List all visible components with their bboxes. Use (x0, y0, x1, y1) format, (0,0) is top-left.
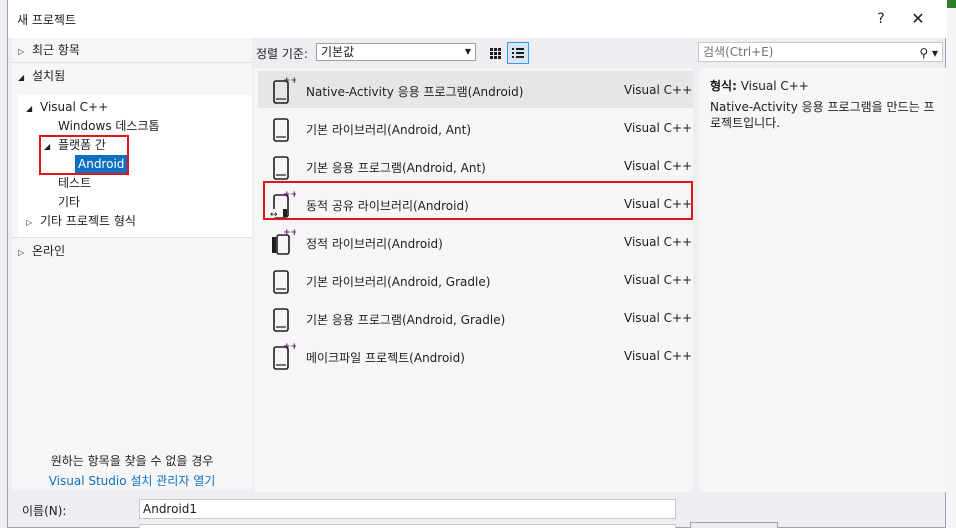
tree-item-installed[interactable]: ◢ 설치됨 (18, 67, 65, 86)
open-installer-link[interactable]: Visual Studio 설치 관리자 열기 (12, 472, 252, 489)
tree-item-cross-platform[interactable]: ◢ 플랫폼 간 (44, 136, 106, 155)
list-view-icon (512, 48, 524, 58)
svg-text:++: ++ (283, 190, 296, 200)
expand-arrow-icon: ▷ (18, 47, 25, 56)
divider (12, 237, 252, 238)
grid-view-icon (490, 48, 501, 59)
template-item[interactable]: ++ 정적 라이브러리(Android) Visual C++ (258, 223, 693, 260)
template-name: 기본 라이브러리(Android, Ant) (306, 123, 472, 137)
tree-item-label: 온라인 (32, 244, 66, 258)
template-name: 동적 공유 라이브러리(Android) (306, 199, 469, 213)
tree-item-windows-desktop[interactable]: Windows 데스크톱 (58, 117, 160, 136)
template-item[interactable]: 기본 응용 프로그램(Android, Ant) Visual C++ (258, 147, 693, 184)
tree-item-label: 플랫폼 간 (58, 138, 106, 152)
help-button[interactable]: ? (868, 8, 894, 30)
tree-item-recent[interactable]: ▷ 최근 항목 (18, 41, 80, 60)
template-item[interactable]: ↔ ++ 동적 공유 라이브러리(Android) Visual C++ (258, 185, 693, 222)
missing-items-hint: 원하는 항목을 찾을 수 없을 경우 (50, 454, 214, 468)
template-item[interactable]: 기본 라이브러리(Android, Ant) Visual C++ (258, 109, 693, 146)
sort-select[interactable]: 기본값 ▼ (316, 43, 476, 61)
collapse-arrow-icon: ◢ (26, 104, 33, 113)
tree-item-label: Visual C++ (40, 100, 109, 114)
tree-item-label: Windows 데스크톱 (58, 119, 160, 133)
expand-arrow-icon: ▷ (18, 248, 25, 257)
svg-text:↔: ↔ (270, 210, 278, 219)
template-name: 기본 응용 프로그램(Android, Gradle) (306, 313, 506, 327)
grid-view-button[interactable] (484, 42, 506, 64)
makefile-icon: ++ (268, 341, 298, 371)
tree-item-visual-cpp[interactable]: ◢ Visual C++ (26, 98, 108, 117)
search-input[interactable]: 검색(Ctrl+E) ⚲ ▾ (698, 42, 943, 62)
collapse-arrow-icon: ◢ (44, 142, 51, 151)
template-description: 형식: Visual C++ Native-Activity 응용 프로그램을 … (699, 68, 947, 492)
svg-text:++: ++ (283, 76, 296, 86)
template-item[interactable]: ++ 메이크파일 프로젝트(Android) Visual C++ (258, 337, 693, 374)
chevron-down-icon: ▼ (464, 47, 471, 56)
background-ide-fragment (946, 0, 956, 8)
description-text: Native-Activity 응용 프로그램을 만드는 프로젝트입니다. (710, 100, 935, 130)
svg-text:++: ++ (283, 342, 296, 352)
tree-item-label: 최근 항목 (32, 43, 80, 57)
close-button[interactable]: ✕ (903, 6, 933, 32)
tree-item-label: 기타 (58, 195, 81, 209)
tree-item-other[interactable]: 기타 (58, 193, 80, 212)
template-item[interactable]: 기본 라이브러리(Android, Gradle) Visual C++ (258, 261, 693, 298)
template-language: Visual C++ (624, 273, 693, 287)
search-placeholder: 검색(Ctrl+E) (703, 45, 774, 59)
template-list: ++ Native-Activity 응용 프로그램(Android) Visual… (254, 68, 693, 492)
template-language: Visual C++ (624, 159, 693, 173)
tree-item-label: 테스트 (58, 176, 92, 190)
template-language: Visual C++ (624, 349, 693, 363)
tree-item-android[interactable]: Android (75, 155, 128, 174)
divider (12, 62, 252, 63)
template-name: 기본 라이브러리(Android, Gradle) (306, 275, 491, 289)
library-icon (268, 265, 296, 295)
template-name: Native-Activity 응용 프로그램(Android) (306, 85, 524, 99)
template-item[interactable]: 기본 응용 프로그램(Android, Gradle) Visual C++ (258, 299, 693, 336)
shared-library-icon: ↔ ++ (268, 189, 298, 220)
sort-value: 기본값 (321, 45, 355, 59)
list-view-button[interactable] (507, 42, 529, 64)
location-input[interactable] (139, 524, 676, 528)
svg-text:++: ++ (283, 228, 296, 238)
template-language: Visual C++ (624, 121, 693, 135)
tree-item-test[interactable]: 테스트 (58, 174, 91, 193)
app-icon (268, 303, 296, 333)
expand-arrow-icon: ▷ (26, 218, 33, 227)
static-library-icon: ++ (268, 227, 298, 257)
browse-button[interactable] (690, 522, 778, 528)
template-name: 기본 응용 프로그램(Android, Ant) (306, 161, 486, 175)
type-label: 형식: (710, 79, 737, 93)
template-name: 메이크파일 프로젝트(Android) (306, 351, 465, 365)
title-bar: 새 프로젝트 ? ✕ (8, 0, 947, 38)
name-input[interactable]: Android1 (139, 499, 676, 519)
template-language: Visual C++ (624, 235, 693, 249)
tree-item-online[interactable]: ▷ 온라인 (18, 242, 65, 261)
name-label: 이름(N): (22, 504, 67, 518)
template-language: Visual C++ (624, 197, 693, 211)
dialog-title: 새 프로젝트 (17, 13, 77, 27)
template-language: Visual C++ (624, 311, 693, 325)
native-activity-icon: ++ (268, 75, 298, 105)
library-icon (268, 113, 296, 143)
template-language: Visual C++ (624, 83, 693, 97)
template-name: 정적 라이브러리(Android) (306, 237, 443, 251)
type-value: Visual C++ (740, 79, 809, 93)
category-tree: ▷ 최근 항목 ◢ 설치됨 ◢ Visual C++ Windows 데스크톱 ◢ 플랫… (12, 38, 252, 490)
template-item[interactable]: ++ Native-Activity 응용 프로그램(Android) Visual… (258, 71, 693, 108)
tree-item-other-project-types[interactable]: ▷ 기타 프로젝트 형식 (26, 212, 136, 231)
app-icon (268, 151, 296, 181)
search-icon: ⚲ ▾ (919, 46, 938, 60)
new-project-dialog: 새 프로젝트 ? ✕ ▷ 최근 항목 ◢ 설치됨 ◢ Visual C++ Windo… (7, 0, 947, 528)
tree-item-label: 기타 프로젝트 형식 (40, 214, 136, 228)
description-type: 형식: Visual C++ (710, 77, 809, 94)
tree-item-label: 설치됨 (32, 69, 66, 83)
sort-label: 정렬 기준: (256, 47, 309, 61)
collapse-arrow-icon: ◢ (18, 73, 25, 82)
